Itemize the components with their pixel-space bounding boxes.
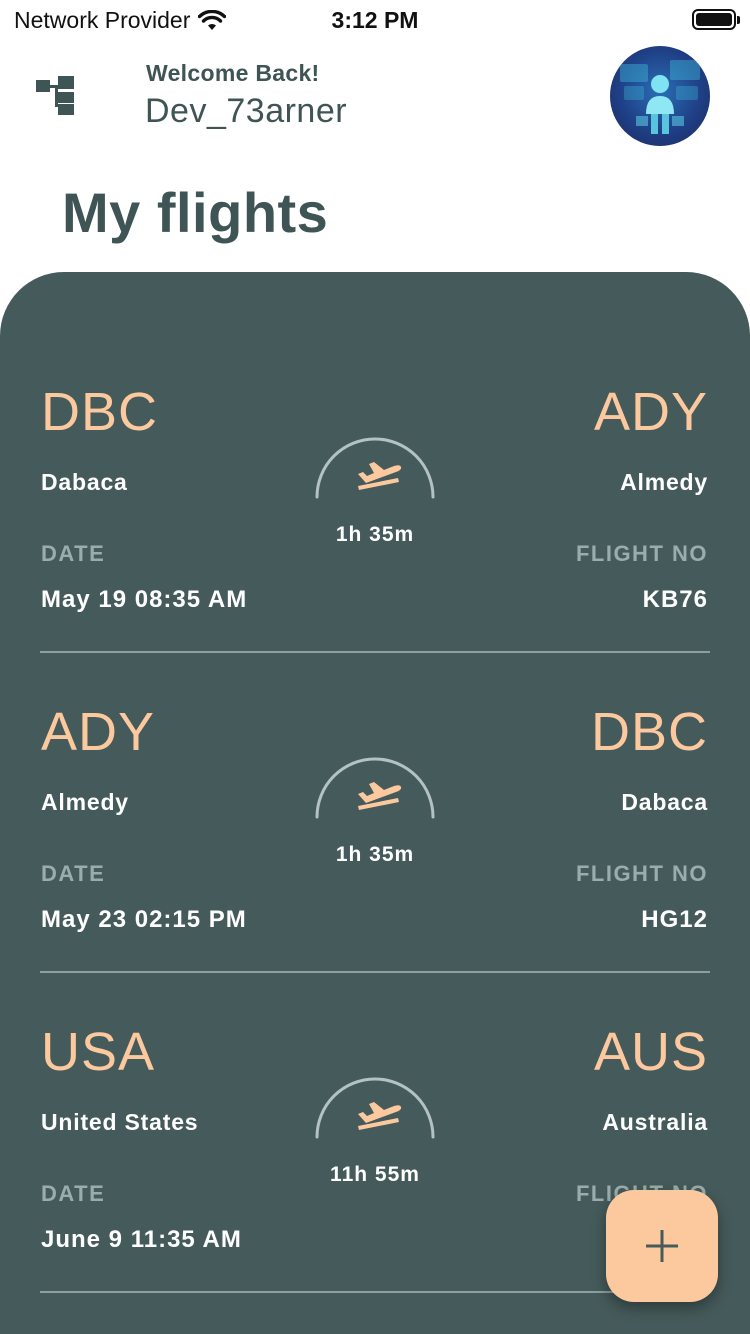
flight-number: KB76 <box>642 586 708 613</box>
username: Dev_73arner <box>145 92 348 130</box>
airplane-takeoff-icon <box>358 782 402 810</box>
divider <box>40 971 710 973</box>
airplane-takeoff-icon <box>358 462 402 490</box>
date-label: DATE <box>41 861 106 886</box>
page-title: My flights <box>62 181 329 244</box>
network-tree-icon[interactable] <box>34 76 78 116</box>
destination-city: Dabaca <box>621 789 708 815</box>
origin-city: Almedy <box>41 789 129 815</box>
flights-panel: DBC ADY Dabaca Almedy 1h 35m DATE FLIGHT… <box>0 272 750 1334</box>
origin-code: ADY <box>41 702 156 762</box>
flight-no-label: FLIGHT NO <box>575 861 708 886</box>
destination-code: ADY <box>593 382 708 442</box>
plus-icon <box>646 1230 678 1262</box>
flight-card[interactable]: DBC ADY Dabaca Almedy 1h 35m DATE FLIGHT… <box>0 385 750 705</box>
flight-date: May 19 08:35 AM <box>41 586 248 613</box>
airplane-takeoff-icon <box>358 1102 402 1130</box>
avatar[interactable] <box>610 46 710 146</box>
clock: 3:12 PM <box>331 7 419 33</box>
battery-icon <box>692 9 740 30</box>
origin-city: Dabaca <box>41 469 128 495</box>
flight-card[interactable]: ADY DBC Almedy Dabaca 1h 35m DATE FLIGHT… <box>0 705 750 1025</box>
destination-code: DBC <box>590 702 708 762</box>
flight-no-label: FLIGHT NO <box>575 541 708 566</box>
user-avatar-image <box>620 60 700 134</box>
flight-date: May 23 02:15 PM <box>41 906 247 933</box>
destination-city: Australia <box>602 1109 708 1135</box>
flight-date: June 9 11:35 AM <box>41 1226 242 1253</box>
origin-city: United States <box>41 1109 199 1135</box>
date-label: DATE <box>41 1181 106 1206</box>
add-flight-button[interactable] <box>606 1190 718 1302</box>
destination-code: AUS <box>593 1022 708 1082</box>
flight-path-arc <box>315 437 435 499</box>
divider <box>40 1291 710 1293</box>
status-bar: Network Provider 3:12 PM <box>0 0 750 40</box>
flight-number: HG12 <box>641 906 708 933</box>
flight-path-arc <box>315 1077 435 1139</box>
divider <box>40 651 710 653</box>
origin-code: USA <box>41 1022 156 1082</box>
destination-city: Almedy <box>620 469 708 495</box>
date-label: DATE <box>41 541 106 566</box>
welcome-text: Welcome Back! <box>146 60 320 86</box>
origin-code: DBC <box>41 382 159 442</box>
flight-path-arc <box>315 757 435 819</box>
